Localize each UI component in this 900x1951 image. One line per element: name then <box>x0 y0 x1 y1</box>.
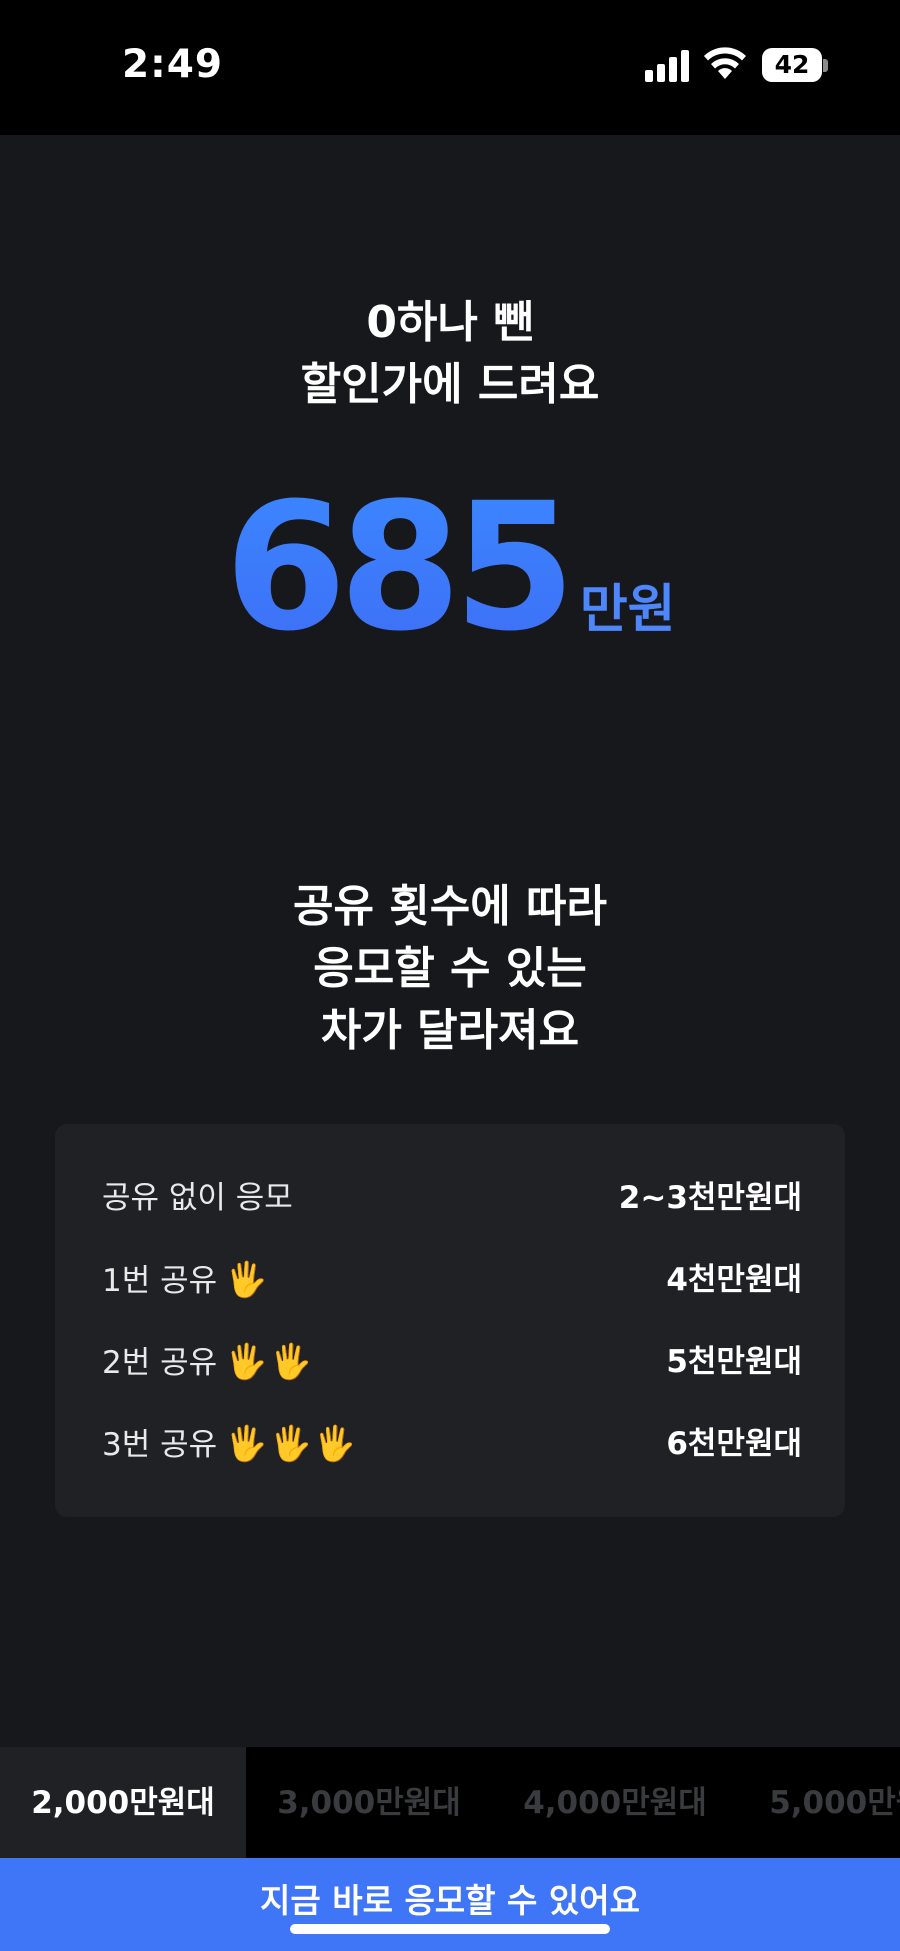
price-number: 685 <box>224 465 575 670</box>
cellular-signal-icon <box>645 50 689 82</box>
share-row-label: 3번 공유 🖐🖐🖐 <box>102 1414 356 1474</box>
raised-hand-icon: 🖐 <box>225 1424 268 1464</box>
share-info-title-line: 차가 달라져요 <box>320 1005 580 1056</box>
tab-2000[interactable]: 2,000만원대 <box>0 1747 246 1859</box>
hero-title-line: 할인가에 드려요 <box>300 359 600 410</box>
raised-hand-icon: 🖐 <box>269 1424 312 1464</box>
share-row-value: 6천만원대 <box>666 1426 802 1462</box>
battery-tip <box>823 59 828 72</box>
raised-hand-icon: 🖐 <box>269 1342 312 1382</box>
tab-3000[interactable]: 3,000만원대 <box>246 1747 492 1859</box>
price-unit: 만원 <box>579 580 676 640</box>
share-row-label: 공유 없이 응모 <box>102 1180 293 1216</box>
apply-now-button[interactable]: 지금 바로 응모할 수 있어요 <box>0 1858 900 1951</box>
raised-hand-icon: 🖐 <box>225 1342 268 1382</box>
share-info-title-line: 응모할 수 있는 <box>313 943 587 994</box>
share-row-value: 5천만원대 <box>666 1344 802 1380</box>
home-indicator <box>290 1924 610 1934</box>
battery-icon: 42 <box>762 48 822 82</box>
price-tier-tabs: 2,000만원대 3,000만원대 4,000만원대 5,000만원대 <box>0 1747 900 1859</box>
share-row-3: 3번 공유 🖐🖐🖐 6천만원대 <box>102 1414 802 1474</box>
status-time: 2:49 <box>122 42 224 87</box>
status-bar: 2:49 42 <box>0 0 900 135</box>
share-row-1: 1번 공유 🖐 4천만원대 <box>102 1250 802 1310</box>
share-row-none: 공유 없이 응모 2~3천만원대 <box>102 1168 802 1228</box>
share-tier-card: 공유 없이 응모 2~3천만원대 1번 공유 🖐 4천만원대 2번 공유 🖐🖐 5천… <box>55 1124 845 1517</box>
share-row-label: 1번 공유 🖐 <box>102 1250 267 1310</box>
tab-4000[interactable]: 4,000만원대 <box>492 1747 738 1859</box>
share-row-value: 4천만원대 <box>666 1262 802 1298</box>
hero-title: 0하나 뺀 할인가에 드려요 <box>0 292 900 416</box>
share-info-title-line: 공유 횟수에 따라 <box>293 881 607 932</box>
hero-title-line: 0하나 뺀 <box>366 297 534 348</box>
share-row-value: 2~3천만원대 <box>618 1180 802 1216</box>
wifi-icon <box>704 47 746 79</box>
share-row-label: 2번 공유 🖐🖐 <box>102 1332 312 1392</box>
share-row-2: 2번 공유 🖐🖐 5천만원대 <box>102 1332 802 1392</box>
tab-5000[interactable]: 5,000만원대 <box>738 1747 900 1859</box>
raised-hand-icon: 🖐 <box>313 1424 357 1464</box>
share-info-title: 공유 횟수에 따라 응모할 수 있는 차가 달라져요 <box>0 876 900 1062</box>
raised-hand-icon: 🖐 <box>225 1260 268 1300</box>
battery-level: 42 <box>774 50 810 79</box>
price-display: 685 만원 <box>0 478 900 658</box>
page: 2:49 42 0하나 뺀 할인가에 드려요 685 만원 공유 횟수에 따라 응… <box>0 0 900 1951</box>
